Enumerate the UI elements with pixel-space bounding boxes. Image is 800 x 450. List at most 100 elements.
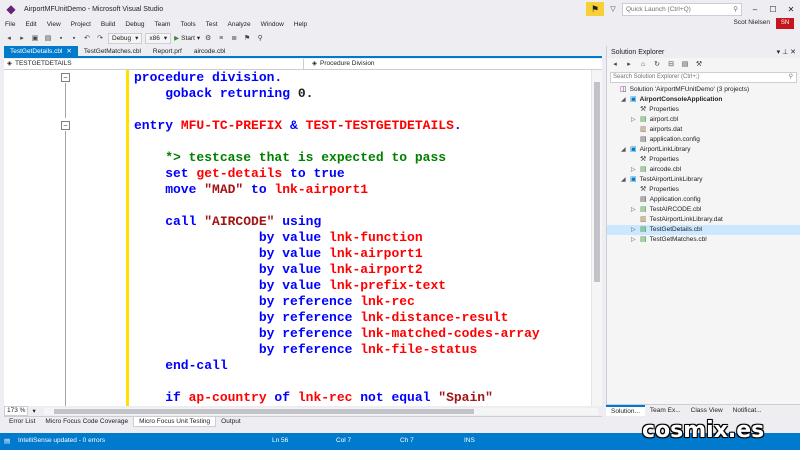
editor-tab[interactable]: TestGetDetails.cbl ✕ bbox=[4, 46, 78, 56]
close-tab-icon[interactable]: ✕ bbox=[66, 46, 71, 56]
solution-configuration-select[interactable]: Debug ▾ bbox=[108, 32, 143, 44]
menu-debug[interactable]: Debug bbox=[120, 21, 149, 28]
menu-analyze[interactable]: Analyze bbox=[223, 21, 256, 28]
minimize-button[interactable]: – bbox=[746, 5, 764, 14]
solution-search-input[interactable]: Search Solution Explorer (Ctrl+;) ⚲ bbox=[610, 72, 797, 83]
prop-icon: ⚒ bbox=[640, 156, 647, 163]
maximize-button[interactable]: ☐ bbox=[764, 5, 782, 14]
tree-node[interactable]: ⚒ Properties bbox=[607, 185, 679, 195]
forward-icon[interactable]: ▸ bbox=[624, 60, 634, 68]
uncomment-icon[interactable]: ≣ bbox=[229, 34, 239, 42]
tree-node[interactable]: ▷ ▤ aircode.cbl bbox=[607, 165, 681, 175]
redo-icon[interactable]: ↷ bbox=[95, 34, 105, 42]
horizontal-scrollbar[interactable] bbox=[43, 407, 598, 415]
tree-node[interactable]: ◫ Solution 'AirportMFUnitDemo' (3 project… bbox=[607, 85, 749, 95]
tree-node[interactable]: ▷ ▤ airport.cbl bbox=[607, 115, 678, 125]
attach-icon[interactable]: ⚙ bbox=[203, 34, 213, 42]
tree-node[interactable]: ▤ Application.config bbox=[607, 195, 701, 205]
notification-flag-icon[interactable]: ⚑ bbox=[586, 2, 604, 16]
expand-toggle-icon[interactable]: ▷ bbox=[631, 205, 637, 215]
code-editor[interactable]: − − procedure division. goback returning… bbox=[4, 70, 602, 406]
bottom-tab[interactable]: Output bbox=[216, 417, 246, 427]
chevron-down-icon[interactable]: ▾ bbox=[32, 407, 35, 415]
forward-icon[interactable]: ▸ bbox=[17, 34, 27, 42]
close-icon[interactable]: ✕ bbox=[790, 49, 796, 56]
solution-platform-select[interactable]: x86 ▾ bbox=[145, 32, 172, 44]
expand-toggle-icon[interactable]: ▷ bbox=[631, 165, 637, 175]
comment-icon[interactable]: ≡ bbox=[216, 35, 226, 42]
bookmark-icon[interactable]: ⚑ bbox=[242, 34, 252, 42]
find-icon[interactable]: ⚲ bbox=[255, 34, 265, 42]
collapse-all-icon[interactable]: ⊟ bbox=[666, 60, 676, 68]
zoom-level[interactable]: 173 % bbox=[4, 406, 29, 416]
filter-icon[interactable]: ▽ bbox=[608, 5, 618, 13]
tool-window-tab[interactable]: Class View bbox=[686, 405, 728, 416]
tree-node[interactable]: ◢ ▣ AirportLinkLibrary bbox=[607, 145, 691, 155]
tree-node[interactable]: ◢ ▣ AirportConsoleApplication bbox=[607, 95, 722, 105]
start-debugging-button[interactable]: ▶ Start ▾ bbox=[174, 34, 200, 43]
code-token: lnk-distance-result bbox=[360, 310, 509, 325]
member-dropdown[interactable]: ◈ Procedure Division bbox=[304, 59, 375, 69]
tree-node[interactable]: ▤ application.config bbox=[607, 135, 700, 145]
expand-toggle-icon[interactable]: ◢ bbox=[621, 145, 627, 155]
menu-file[interactable]: File bbox=[0, 21, 20, 28]
menu-help[interactable]: Help bbox=[289, 21, 312, 28]
quick-launch-input[interactable]: Quick Launch (Ctrl+Q) ⚲ bbox=[622, 2, 742, 16]
code-token: MFU-TC-PREFIX bbox=[180, 118, 283, 133]
tree-node[interactable]: ▷ ▤ TestGetDetails.cbl bbox=[607, 225, 800, 235]
tool-window-tab[interactable]: Team Ex... bbox=[645, 405, 686, 416]
tree-node[interactable]: ◢ ▣ TestAirportLinkLibrary bbox=[607, 175, 702, 185]
menu-window[interactable]: Window bbox=[256, 21, 289, 28]
bottom-tab[interactable]: Error List bbox=[4, 417, 40, 427]
open-file-icon[interactable]: ▤ bbox=[43, 34, 53, 42]
undo-icon[interactable]: ↶ bbox=[82, 34, 92, 42]
code-token: end-call bbox=[134, 358, 228, 373]
menu-build[interactable]: Build bbox=[96, 21, 120, 28]
menu-test[interactable]: Test bbox=[201, 21, 223, 28]
avatar[interactable]: SN bbox=[776, 18, 794, 29]
expand-toggle-icon[interactable]: ◢ bbox=[621, 95, 627, 105]
close-button[interactable]: ✕ bbox=[782, 5, 800, 14]
menu-tools[interactable]: Tools bbox=[175, 21, 200, 28]
expand-toggle-icon[interactable]: ▷ bbox=[631, 115, 637, 125]
back-icon[interactable]: ◂ bbox=[4, 34, 14, 42]
editor-tab[interactable]: aircode.cbl bbox=[188, 46, 231, 56]
tool-window-tab[interactable]: Notificat... bbox=[728, 405, 767, 416]
save-icon[interactable]: ▪ bbox=[56, 35, 66, 42]
scroll-thumb[interactable] bbox=[594, 82, 600, 282]
vertical-scrollbar[interactable] bbox=[591, 70, 602, 406]
home-icon[interactable]: ⌂ bbox=[638, 61, 648, 68]
menu-project[interactable]: Project bbox=[66, 21, 96, 28]
tree-node[interactable]: ▷ ▤ TestAIRCODE.cbl bbox=[607, 205, 701, 215]
tree-node[interactable]: ▥ airports.dat bbox=[607, 125, 682, 135]
back-icon[interactable]: ◂ bbox=[610, 60, 620, 68]
sync-icon[interactable]: ↻ bbox=[652, 60, 662, 68]
tool-window-tab[interactable]: Solution... bbox=[606, 405, 645, 416]
menu-edit[interactable]: Edit bbox=[20, 21, 41, 28]
tree-node[interactable]: ⚒ Properties bbox=[607, 155, 679, 165]
new-project-icon[interactable]: ▣ bbox=[30, 34, 40, 42]
show-all-files-icon[interactable]: ▤ bbox=[680, 60, 690, 68]
tree-node[interactable]: ▥ TestAirportLinkLibrary.dat bbox=[607, 215, 723, 225]
type-dropdown[interactable]: ◈ TESTGETDETAILS bbox=[4, 59, 304, 69]
scroll-thumb[interactable] bbox=[53, 408, 474, 414]
editor-tab[interactable]: TestGetMatches.cbl bbox=[78, 46, 147, 56]
expand-toggle-icon[interactable]: ▷ bbox=[631, 235, 637, 245]
save-all-icon[interactable]: ▪ bbox=[69, 35, 79, 42]
tree-node[interactable]: ▷ ▤ TestGetMatches.cbl bbox=[607, 235, 707, 245]
collapse-toggle-icon[interactable]: − bbox=[61, 73, 70, 82]
user-name[interactable]: Scot Nielsen bbox=[734, 19, 771, 26]
menu-team[interactable]: Team bbox=[150, 21, 176, 28]
bottom-tab[interactable]: Micro Focus Code Coverage bbox=[40, 417, 133, 427]
editor-tab[interactable]: Report.prf bbox=[147, 46, 188, 56]
menu-view[interactable]: View bbox=[42, 21, 66, 28]
code-token: TEST-TESTGETDETAILS bbox=[305, 118, 454, 133]
bottom-tab[interactable]: Micro Focus Unit Testing bbox=[133, 417, 217, 427]
expand-toggle-icon[interactable]: ◢ bbox=[621, 175, 627, 185]
pin-icon[interactable]: ▾ ⊥ bbox=[777, 49, 789, 56]
proj-icon: ▣ bbox=[630, 96, 637, 103]
properties-icon[interactable]: ⚒ bbox=[694, 60, 704, 68]
tree-node[interactable]: ⚒ Properties bbox=[607, 105, 679, 115]
expand-toggle-icon[interactable]: ▷ bbox=[631, 225, 637, 235]
collapse-toggle-icon[interactable]: − bbox=[61, 121, 70, 130]
